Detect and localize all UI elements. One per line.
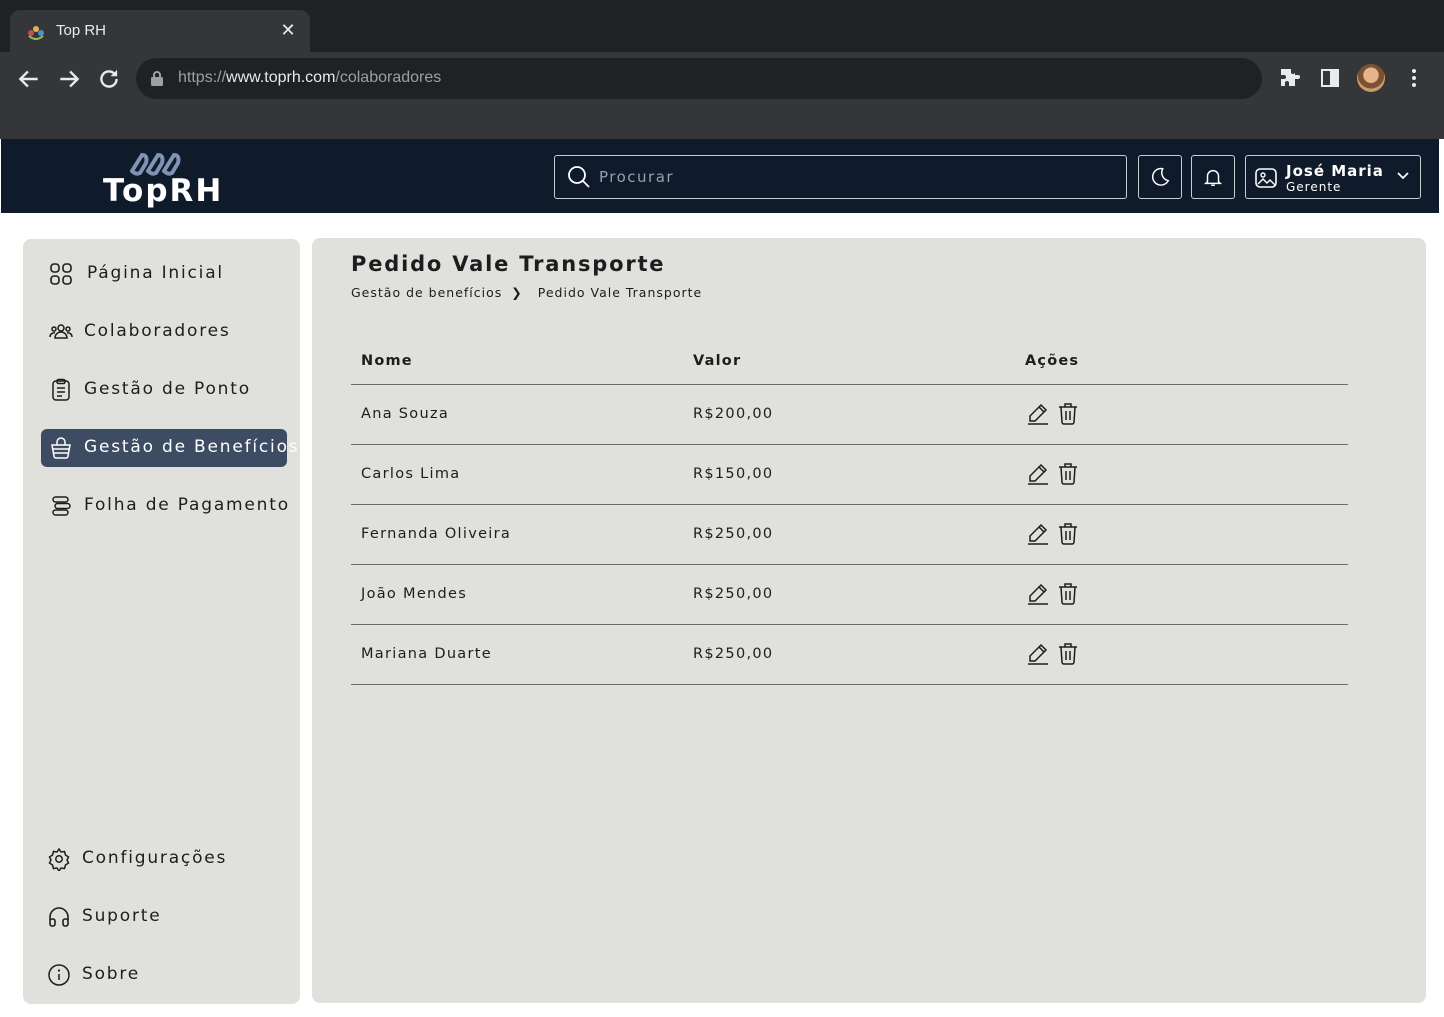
logo-text: TopRH <box>103 173 224 209</box>
breadcrumb-current: Pedido Vale Transporte <box>537 285 703 300</box>
sidebar-item-sobre[interactable]: Sobre <box>41 956 287 994</box>
chevron-down-icon <box>1397 172 1409 180</box>
browser-tab[interactable]: Top RH ✕ <box>10 10 310 52</box>
tab-strip: Top RH ✕ <box>0 0 1444 52</box>
search-icon <box>568 166 590 188</box>
trash-icon[interactable] <box>1056 521 1080 545</box>
profile-avatar[interactable] <box>1357 64 1385 92</box>
user-role: Gerente <box>1286 180 1342 194</box>
sidebar-item-folha-de-pagamento[interactable]: Folha de Pagamento <box>41 487 290 525</box>
user-menu[interactable]: José Maria Gerente <box>1245 155 1421 199</box>
breadcrumb-separator-icon: ❯ <box>511 285 523 300</box>
table-header: Nome Valor Ações <box>351 343 1348 385</box>
address-bar[interactable]: https://www.toprh.com/colaboradores <box>136 58 1262 99</box>
favicon-icon <box>28 26 44 40</box>
edit-icon[interactable] <box>1026 461 1050 485</box>
sidebar-item-label: Gestão de Ponto <box>84 379 251 399</box>
breadcrumb: Gestão de benefícios ❯ Pedido Vale Trans… <box>351 285 702 300</box>
moon-icon <box>1152 167 1170 186</box>
back-icon[interactable] <box>16 66 42 92</box>
dark-mode-button[interactable] <box>1138 155 1182 199</box>
sidebar-item-pagina-inicial[interactable]: Página Inicial <box>41 255 287 293</box>
column-header-nome: Nome <box>361 353 413 369</box>
cell-nome: João Mendes <box>361 586 468 602</box>
trash-icon[interactable] <box>1056 641 1080 665</box>
coins-icon <box>52 496 71 516</box>
people-icon <box>49 324 73 339</box>
cell-nome: Carlos Lima <box>361 466 461 482</box>
app-header: TopRH José Maria Gerente <box>1 139 1439 213</box>
cell-nome: Ana Souza <box>361 406 450 422</box>
table-row: João Mendes R$250,00 <box>351 565 1348 625</box>
browser-toolbar: Top RH ✕ https://www.toprh.com/colaborad… <box>0 0 1444 139</box>
bell-icon <box>1203 169 1223 186</box>
logo[interactable]: TopRH <box>103 151 223 209</box>
edit-icon[interactable] <box>1026 521 1050 545</box>
menu-dots-icon[interactable] <box>1402 66 1426 90</box>
search-input[interactable] <box>599 164 1099 190</box>
sidebar-item-gestao-de-beneficios[interactable]: Gestão de Benefícios <box>41 429 298 467</box>
cell-valor: R$150,00 <box>693 466 774 482</box>
cell-valor: R$250,00 <box>693 586 774 602</box>
forward-icon[interactable] <box>56 66 82 92</box>
basket-icon <box>51 437 71 459</box>
trash-icon[interactable] <box>1056 401 1080 425</box>
grid-icon <box>50 263 72 285</box>
trash-icon[interactable] <box>1056 461 1080 485</box>
sidebar-item-label: Sobre <box>82 964 141 984</box>
cell-valor: R$200,00 <box>693 406 774 422</box>
breadcrumb-parent-link[interactable]: Gestão de benefícios <box>351 285 502 300</box>
column-header-valor: Valor <box>693 353 742 369</box>
sidebar-item-label: Suporte <box>82 906 162 926</box>
sidebar-item-suporte[interactable]: Suporte <box>41 898 287 936</box>
table-row: Mariana Duarte R$250,00 <box>351 625 1348 685</box>
table-row: Fernanda Oliveira R$250,00 <box>351 505 1348 565</box>
sidebar-item-label: Folha de Pagamento <box>84 495 290 515</box>
reload-icon[interactable] <box>96 66 122 92</box>
main-content: Pedido Vale Transporte Gestão de benefíc… <box>312 238 1426 1003</box>
sidebar-item-colaboradores[interactable]: Colaboradores <box>41 313 287 351</box>
cell-nome: Fernanda Oliveira <box>361 526 512 542</box>
sidebar-item-label: Configurações <box>82 848 228 868</box>
side-panel-icon[interactable] <box>1318 66 1342 90</box>
page-title: Pedido Vale Transporte <box>351 252 666 276</box>
extensions-icon[interactable] <box>1278 66 1302 90</box>
info-icon <box>48 964 70 986</box>
table-row: Carlos Lima R$150,00 <box>351 445 1348 505</box>
search-box[interactable] <box>554 155 1127 199</box>
gear-icon <box>48 847 70 871</box>
sidebar-item-gestao-de-ponto[interactable]: Gestão de Ponto <box>41 371 287 409</box>
lock-icon <box>151 71 163 86</box>
clipboard-icon <box>52 378 70 401</box>
headset-icon <box>49 907 69 927</box>
tab-title: Top RH <box>56 22 107 39</box>
cell-valor: R$250,00 <box>693 646 774 662</box>
edit-icon[interactable] <box>1026 401 1050 425</box>
sidebar-item-label: Página Inicial <box>87 263 224 283</box>
cell-valor: R$250,00 <box>693 526 774 542</box>
column-header-acoes: Ações <box>1025 353 1080 369</box>
sidebar-item-label: Gestão de Benefícios <box>84 437 300 457</box>
sidebar-item-label: Colaboradores <box>84 321 231 341</box>
close-tab-icon[interactable]: ✕ <box>278 21 298 41</box>
transport-voucher-table: Nome Valor Ações Ana Souza R$200,00 Carl… <box>351 343 1348 685</box>
trash-icon[interactable] <box>1056 581 1080 605</box>
user-image-icon <box>1255 168 1277 188</box>
edit-icon[interactable] <box>1026 641 1050 665</box>
url-text: https://www.toprh.com/colaboradores <box>178 69 442 86</box>
sidebar: Página Inicial Colaboradores Gestão de P… <box>23 239 300 1004</box>
notifications-button[interactable] <box>1191 155 1235 199</box>
cell-nome: Mariana Duarte <box>361 646 492 662</box>
user-name: José Maria <box>1286 162 1384 180</box>
edit-icon[interactable] <box>1026 581 1050 605</box>
sidebar-item-configuracoes[interactable]: Configurações <box>41 840 287 878</box>
table-row: Ana Souza R$200,00 <box>351 385 1348 445</box>
